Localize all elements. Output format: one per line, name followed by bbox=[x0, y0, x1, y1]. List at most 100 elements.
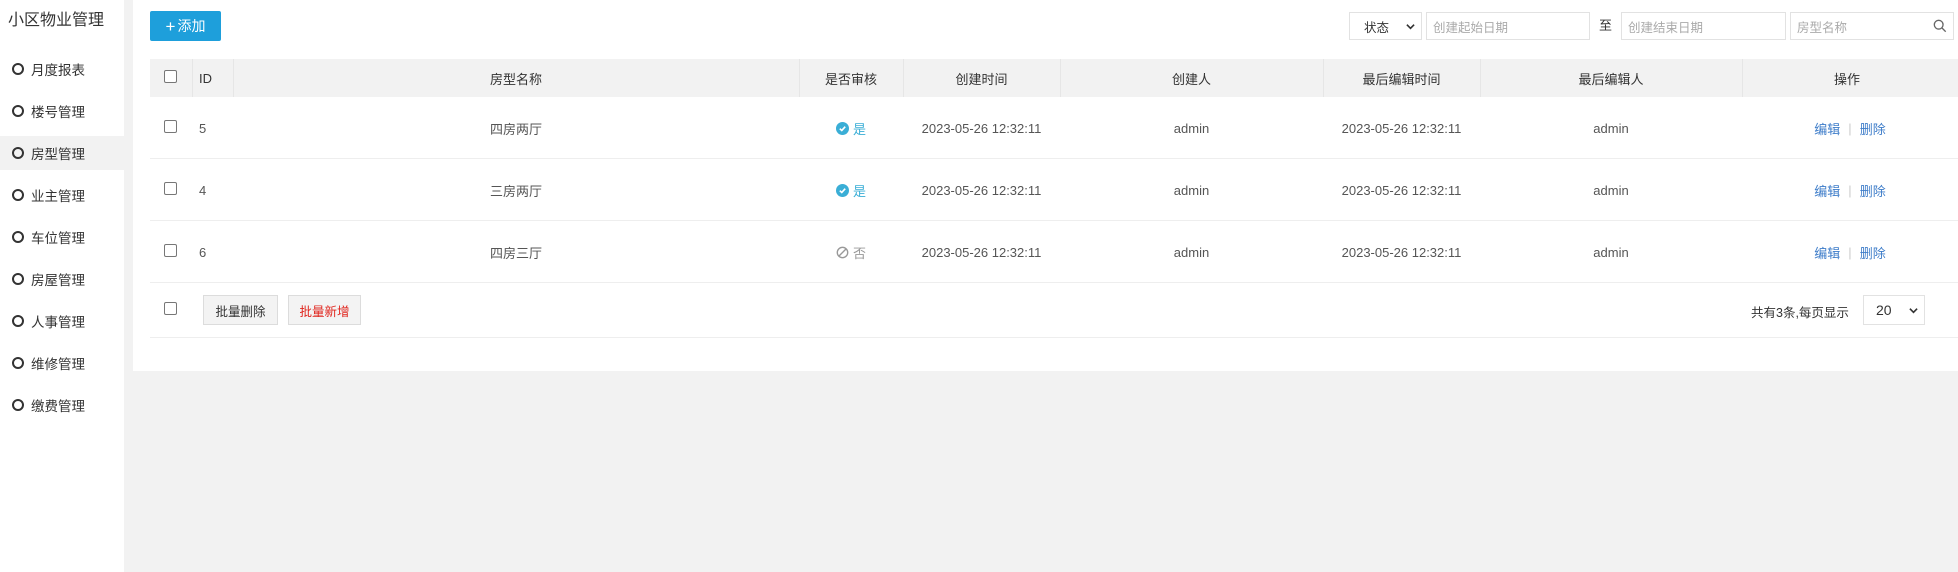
table-row: 4 三房两厅 是 2023-05-26 12:32:11 admin 2023-… bbox=[150, 159, 1958, 221]
cell-last-edit-time: 2023-05-26 12:32:11 bbox=[1341, 182, 1462, 198]
action-separator: | bbox=[1848, 244, 1852, 260]
room-type-search-input[interactable]: 房型名称 bbox=[1790, 12, 1954, 40]
cell-id: 4 bbox=[199, 182, 207, 198]
cell-name: 四房两厅 bbox=[489, 121, 542, 137]
header-actions: 操作 bbox=[1833, 71, 1860, 87]
sidebar-item-payment[interactable]: 缴费管理 bbox=[0, 388, 124, 422]
audit-status: 是 bbox=[835, 119, 866, 138]
cell-last-edit-time: 2023-05-26 12:32:11 bbox=[1341, 244, 1462, 260]
cell-audited: 是 bbox=[799, 159, 903, 221]
sidebar-item-label: 楼号管理 bbox=[31, 105, 85, 120]
edit-link[interactable]: 编辑 bbox=[1814, 243, 1840, 262]
status-select-value: 状态 bbox=[1364, 20, 1390, 35]
cell-last-editor: admin bbox=[1593, 244, 1629, 260]
delete-link[interactable]: 删除 bbox=[1860, 181, 1886, 200]
add-button-label: 添加 bbox=[177, 18, 206, 34]
header-last-editor: 最后编辑人 bbox=[1578, 71, 1644, 87]
cell-name: 四房三厅 bbox=[489, 245, 542, 261]
room-type-placeholder: 房型名称 bbox=[1797, 20, 1848, 35]
select-all-checkbox[interactable] bbox=[164, 70, 177, 83]
chevron-down-icon bbox=[1406, 23, 1415, 29]
row-checkbox[interactable] bbox=[164, 182, 177, 195]
cell-actions: 编辑 | 删除 bbox=[1742, 159, 1958, 221]
row-actions: 编辑 | 删除 bbox=[1814, 243, 1885, 262]
batch-add-button[interactable]: 批量新增 bbox=[288, 295, 361, 325]
sidebar-item-label: 房屋管理 bbox=[31, 273, 85, 288]
cell-created-time: 2023-05-26 12:32:11 bbox=[921, 244, 1042, 260]
date-range-separator: 至 bbox=[1599, 18, 1613, 33]
header-creator: 创建人 bbox=[1171, 71, 1211, 87]
row-actions: 编辑 | 删除 bbox=[1814, 119, 1885, 138]
cell-created-time: 2023-05-26 12:32:11 bbox=[921, 120, 1042, 136]
row-checkbox[interactable] bbox=[164, 120, 177, 133]
action-separator: | bbox=[1848, 120, 1852, 136]
end-date-input[interactable]: 创建结束日期 bbox=[1621, 12, 1786, 40]
sidebar-item-label: 车位管理 bbox=[31, 231, 85, 246]
cell-actions: 编辑 | 删除 bbox=[1742, 221, 1958, 283]
cell-creator: admin bbox=[1173, 120, 1210, 136]
page-size-value: 20 bbox=[1876, 302, 1892, 318]
header-audited: 是否审核 bbox=[824, 71, 877, 87]
cell-audited: 否 bbox=[799, 221, 903, 283]
status-select[interactable]: 状态 bbox=[1349, 12, 1422, 40]
audit-status: 否 bbox=[836, 243, 866, 262]
audit-status-label: 否 bbox=[852, 245, 866, 261]
ban-icon bbox=[836, 246, 849, 258]
sidebar-item-repair[interactable]: 维修管理 bbox=[0, 346, 124, 380]
sidebar-item-label: 月度报表 bbox=[31, 63, 85, 78]
delete-link[interactable]: 删除 bbox=[1860, 119, 1886, 138]
end-date-placeholder: 创建结束日期 bbox=[1628, 20, 1704, 35]
audit-status-label: 是 bbox=[852, 121, 866, 137]
cell-creator: admin bbox=[1173, 182, 1210, 198]
batch-delete-button[interactable]: 批量删除 bbox=[203, 295, 278, 325]
check-circle-icon bbox=[835, 183, 849, 197]
sidebar-item-label: 缴费管理 bbox=[31, 399, 85, 414]
sidebar-item-owner[interactable]: 业主管理 bbox=[0, 178, 124, 212]
edit-link[interactable]: 编辑 bbox=[1814, 181, 1840, 200]
search-icon[interactable] bbox=[1933, 19, 1947, 33]
cell-creator: admin bbox=[1173, 244, 1210, 260]
page-size-select[interactable]: 20 bbox=[1863, 295, 1925, 325]
table-header: ID 房型名称 是否审核 创建时间 创建人 最后编辑时间 最后编辑人 操作 bbox=[150, 59, 1958, 97]
circle-icon bbox=[12, 357, 24, 369]
circle-icon bbox=[12, 105, 24, 117]
cell-created-time: 2023-05-26 12:32:11 bbox=[921, 182, 1042, 198]
start-date-placeholder: 创建起始日期 bbox=[1433, 20, 1509, 35]
edit-link[interactable]: 编辑 bbox=[1814, 119, 1840, 138]
header-created-time: 创建时间 bbox=[955, 71, 1008, 87]
header-name: 房型名称 bbox=[489, 71, 542, 87]
sidebar-item-label: 维修管理 bbox=[31, 357, 85, 372]
row-actions: 编辑 | 删除 bbox=[1814, 181, 1885, 200]
sidebar-item-label: 业主管理 bbox=[31, 189, 85, 204]
circle-icon bbox=[12, 273, 24, 285]
sidebar-item-house[interactable]: 房屋管理 bbox=[0, 262, 124, 296]
sidebar-item-building[interactable]: 楼号管理 bbox=[0, 94, 124, 128]
header-id: ID bbox=[199, 70, 212, 86]
cell-last-editor: admin bbox=[1593, 182, 1629, 198]
delete-link[interactable]: 删除 bbox=[1860, 243, 1886, 262]
table-row: 5 四房两厅 是 2023-05-26 12:32:11 admin 2023-… bbox=[150, 97, 1958, 159]
start-date-input[interactable]: 创建起始日期 bbox=[1426, 12, 1590, 40]
sidebar-item-monthly-report[interactable]: 月度报表 bbox=[0, 52, 124, 86]
table-row: 6 四房三厅 否 2023-05-26 12:32:11 admin 2023-… bbox=[150, 221, 1958, 283]
table-footer: 批量删除 批量新增 共有3条,每页显示 20 bbox=[150, 283, 1958, 338]
sidebar-item-parking[interactable]: 车位管理 bbox=[0, 220, 124, 254]
cell-last-editor: admin bbox=[1593, 120, 1629, 136]
audit-status: 是 bbox=[835, 181, 866, 200]
circle-icon bbox=[12, 399, 24, 411]
sidebar-item-personnel[interactable]: 人事管理 bbox=[0, 304, 124, 338]
action-separator: | bbox=[1848, 182, 1852, 198]
row-checkbox[interactable] bbox=[164, 244, 177, 257]
header-last-edit-time: 最后编辑时间 bbox=[1362, 71, 1441, 87]
circle-icon bbox=[12, 231, 24, 243]
cell-id: 6 bbox=[199, 244, 207, 260]
circle-icon bbox=[12, 189, 24, 201]
cell-actions: 编辑 | 删除 bbox=[1742, 97, 1958, 159]
add-button[interactable]: + 添加 bbox=[150, 11, 221, 41]
cell-last-edit-time: 2023-05-26 12:32:11 bbox=[1341, 120, 1462, 136]
sidebar: 小区物业管理 月度报表 楼号管理 房型管理 业主管理 车位管理 房屋管理 人事管… bbox=[0, 0, 124, 572]
circle-icon bbox=[12, 147, 24, 159]
sidebar-item-room-type[interactable]: 房型管理 bbox=[0, 136, 124, 170]
sidebar-item-label: 人事管理 bbox=[31, 315, 85, 330]
footer-select-all-checkbox[interactable] bbox=[164, 302, 177, 315]
